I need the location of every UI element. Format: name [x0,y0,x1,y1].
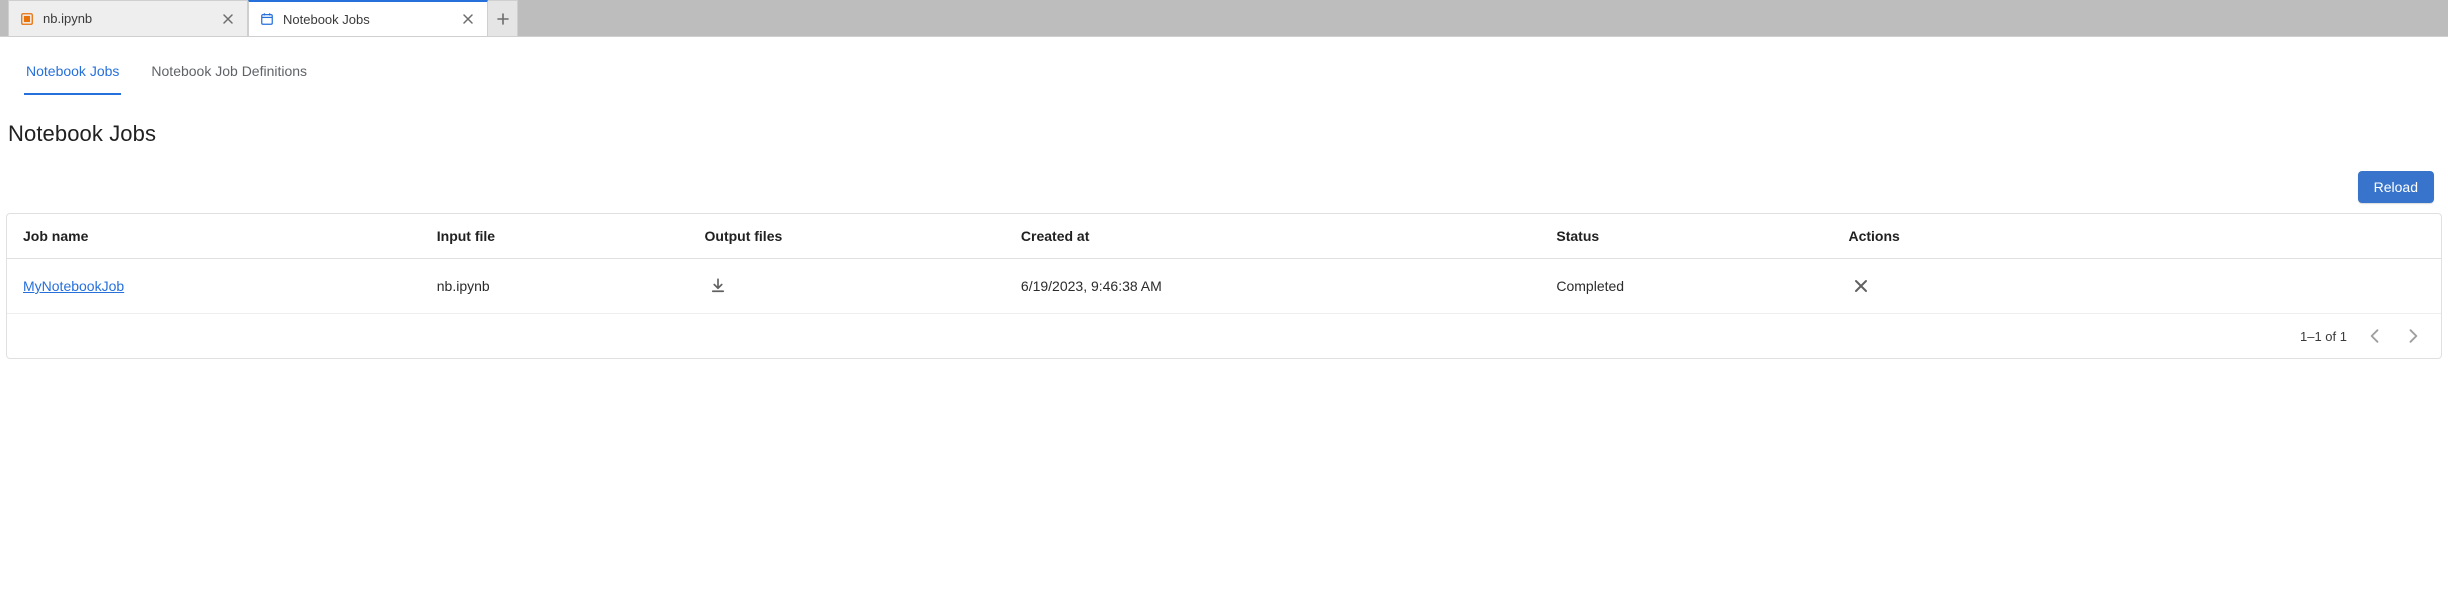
table-row: MyNotebookJob nb.ipynb 6/19/2023, 9:46:3… [7,259,2441,314]
close-icon[interactable] [219,10,237,28]
cell-input-file: nb.ipynb [421,259,689,314]
cell-status: Completed [1540,259,1832,314]
job-name-link[interactable]: MyNotebookJob [23,278,124,294]
pagination: 1–1 of 1 [7,314,2441,358]
col-header-status: Status [1540,214,1832,259]
toolbar: Reload [6,165,2442,213]
download-icon[interactable] [705,273,731,299]
notebook-file-icon [19,11,35,27]
cell-created-at: 6/19/2023, 9:46:38 AM [1005,259,1540,314]
col-header-created-at: Created at [1005,214,1540,259]
col-header-input-file: Input file [421,214,689,259]
inner-tab-bar: Notebook Jobs Notebook Job Definitions [6,37,2442,95]
reload-button[interactable]: Reload [2358,171,2434,203]
new-tab-button[interactable] [488,0,518,36]
prev-page-button[interactable] [2365,326,2385,346]
tab-notebook-job-definitions[interactable]: Notebook Job Definitions [149,57,309,95]
col-header-job-name: Job name [7,214,421,259]
delete-icon[interactable] [1848,273,1874,299]
col-header-actions: Actions [1832,214,2441,259]
table-header-row: Job name Input file Output files Created… [7,214,2441,259]
close-icon[interactable] [459,10,477,28]
col-header-output-files: Output files [689,214,1005,259]
jobs-table-card: Job name Input file Output files Created… [6,213,2442,359]
next-page-button[interactable] [2403,326,2423,346]
app-tab-label: Notebook Jobs [283,12,451,27]
page-title: Notebook Jobs [6,113,2442,165]
app-tab-nb-ipynb[interactable]: nb.ipynb [8,0,248,36]
calendar-icon [259,11,275,27]
app-tab-notebook-jobs[interactable]: Notebook Jobs [248,0,488,36]
main-panel: Notebook Jobs Notebook Job Definitions N… [0,36,2448,616]
tab-notebook-jobs[interactable]: Notebook Jobs [24,57,121,95]
app-tab-label: nb.ipynb [43,11,211,26]
app-tab-bar: nb.ipynb Notebook Jobs [0,0,2448,36]
pagination-range: 1–1 of 1 [2300,329,2347,344]
jobs-table: Job name Input file Output files Created… [7,214,2441,314]
